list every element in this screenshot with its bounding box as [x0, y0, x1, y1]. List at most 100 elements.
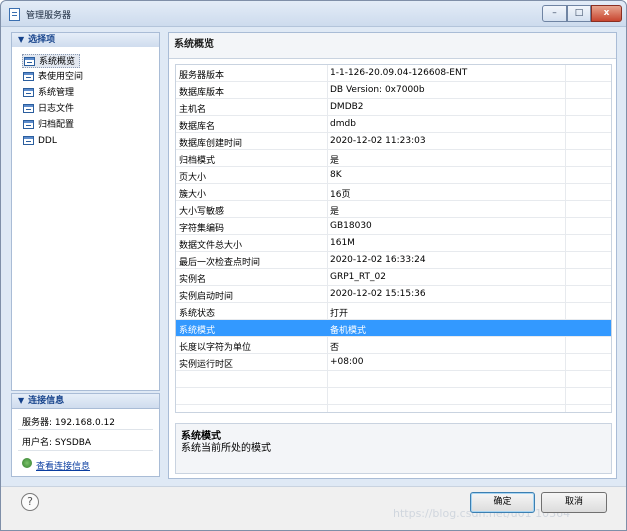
property-name: 服务器版本 [179, 71, 225, 81]
options-list: 系统概览 表使用空间 系统管理 日志文件 归档配置 DDL [11, 47, 160, 391]
view-connection-info-link[interactable]: 查看连接信息 [36, 459, 90, 472]
property-name: 实例运行时区 [179, 360, 234, 370]
title-bar: 管理服务器 – □ x [1, 1, 626, 27]
option-item-system-overview[interactable]: 系统概览 [22, 54, 81, 68]
property-name: 实例名 [179, 275, 207, 285]
maximize-button[interactable]: □ [567, 5, 591, 22]
option-item-system-management[interactable]: 系统管理 [22, 86, 78, 100]
property-name: 主机名 [179, 105, 207, 115]
connection-info: 服务器: 192.168.0.12 用户名: SYSDBA 查看连接信息 [11, 409, 160, 477]
property-value: GRP1_RT_02 [330, 272, 386, 282]
overview-title: 系统概览 [169, 33, 616, 59]
connection-panel-title: 连接信息 [28, 396, 65, 406]
table-icon [23, 104, 34, 113]
property-value: 是 [330, 156, 340, 166]
table-icon [23, 88, 34, 97]
property-value: 16页 [330, 190, 351, 200]
property-value: DB Version: 0x7000b [330, 85, 425, 95]
table-row-empty [176, 388, 611, 405]
divider [18, 429, 153, 430]
property-value: 2020-12-02 15:15:36 [330, 289, 426, 299]
property-name: 系统状态 [179, 309, 216, 319]
option-label: 日志文件 [38, 104, 75, 114]
property-name: 长度以字符为单位 [179, 343, 252, 353]
property-value: dmdb [330, 119, 356, 129]
property-description: 系统模式 系统当前所处的模式 [175, 423, 612, 474]
table-row[interactable]: 长度以字符为单位 否 [176, 337, 611, 354]
server-address: 服务器: 192.168.0.12 [22, 418, 116, 428]
description-text: 系统当前所处的模式 [181, 443, 271, 454]
property-value: 1-1-126-20.09.04-126608-ENT [330, 68, 468, 78]
minimize-button[interactable]: – [542, 5, 567, 22]
options-panel-header[interactable]: ▼ 选择项 [11, 32, 160, 48]
property-name: 归档模式 [179, 156, 216, 166]
table-row[interactable]: 最后一次检查点时间 2020-12-02 16:33:24 [176, 252, 611, 269]
property-value: 2020-12-02 16:33:24 [330, 255, 426, 265]
property-value: 打开 [330, 309, 349, 319]
table-row[interactable]: 数据文件总大小 161M [176, 235, 611, 252]
table-row[interactable]: 实例运行时区 +08:00 [176, 354, 611, 371]
property-value: 2020-12-02 11:23:03 [330, 136, 426, 146]
option-label: 归档配置 [38, 120, 75, 130]
table-row[interactable]: 页大小 8K [176, 167, 611, 184]
property-name: 大小写敏感 [179, 207, 225, 217]
table-row[interactable]: 主机名 DMDB2 [176, 99, 611, 116]
table-row[interactable]: 大小写敏感 是 [176, 201, 611, 218]
property-name: 数据库创建时间 [179, 139, 243, 149]
property-value: 是 [330, 207, 340, 217]
table-row[interactable]: 数据库创建时间 2020-12-02 11:23:03 [176, 133, 611, 150]
table-row[interactable]: 数据库版本 DB Version: 0x7000b [176, 82, 611, 99]
property-name: 数据库名 [179, 122, 216, 132]
option-item-log-files[interactable]: 日志文件 [22, 102, 78, 116]
property-name: 数据文件总大小 [179, 241, 243, 251]
property-value: 8K [330, 170, 342, 180]
table-row[interactable]: 系统状态 打开 [176, 303, 611, 320]
option-item-archive-config[interactable]: 归档配置 [22, 118, 78, 132]
property-value: 161M [330, 238, 355, 248]
help-icon[interactable]: ? [21, 493, 39, 511]
table-row[interactable]: 服务器版本 1-1-126-20.09.04-126608-ENT [176, 65, 611, 82]
table-row-selected[interactable]: 系统模式 备机模式 [176, 320, 611, 337]
property-name: 簇大小 [179, 190, 207, 200]
property-name: 系统模式 [179, 326, 216, 336]
manage-server-window: 管理服务器 – □ x ▼ 选择项 系统概览 表使用空间 系统管理 日志文件 归档… [0, 0, 627, 531]
window-title: 管理服务器 [26, 11, 72, 21]
option-item-ddl[interactable]: DDL [22, 134, 61, 148]
app-icon [9, 8, 20, 21]
user-name: 用户名: SYSDBA [22, 438, 92, 448]
property-value: +08:00 [330, 357, 364, 367]
table-row[interactable]: 簇大小 16页 [176, 184, 611, 201]
table-row[interactable]: 字符集编码 GB18030 [176, 218, 611, 235]
table-row[interactable]: 实例启动时间 2020-12-02 15:15:36 [176, 286, 611, 303]
property-value: 备机模式 [330, 326, 367, 336]
option-label: 系统管理 [38, 88, 75, 98]
table-row[interactable]: 数据库名 dmdb [176, 116, 611, 133]
option-label: 表使用空间 [38, 72, 84, 82]
collapse-caret-icon: ▼ [18, 35, 25, 44]
table-icon [23, 136, 34, 145]
property-name: 字符集编码 [179, 224, 225, 234]
table-icon [23, 120, 34, 129]
connection-info-icon [22, 458, 32, 468]
property-value: GB18030 [330, 221, 372, 231]
table-row[interactable]: 实例名 GRP1_RT_02 [176, 269, 611, 286]
option-item-table-space[interactable]: 表使用空间 [22, 70, 87, 84]
property-name: 页大小 [179, 173, 207, 183]
close-button[interactable]: x [591, 5, 622, 22]
option-label: 系统概览 [39, 57, 76, 67]
property-value: DMDB2 [330, 102, 364, 112]
connection-panel-header[interactable]: ▼ 连接信息 [11, 393, 160, 409]
table-icon [24, 57, 35, 66]
collapse-caret-icon: ▼ [18, 396, 25, 405]
divider [18, 450, 153, 451]
cancel-button[interactable]: 取消 [541, 492, 607, 513]
property-name: 最后一次检查点时间 [179, 258, 261, 268]
table-row[interactable]: 归档模式 是 [176, 150, 611, 167]
overview-table: 服务器版本 1-1-126-20.09.04-126608-ENT 数据库版本 DB… [175, 64, 612, 413]
property-name: 数据库版本 [179, 88, 225, 98]
ok-button[interactable]: 确定 [470, 492, 535, 513]
table-row-empty [176, 371, 611, 388]
overview-panel: 系统概览 服务器版本 1-1-126-20.09.04-126608-ENT 数据… [168, 32, 617, 479]
options-panel-title: 选择项 [28, 35, 56, 45]
option-label: DDL [38, 136, 57, 146]
